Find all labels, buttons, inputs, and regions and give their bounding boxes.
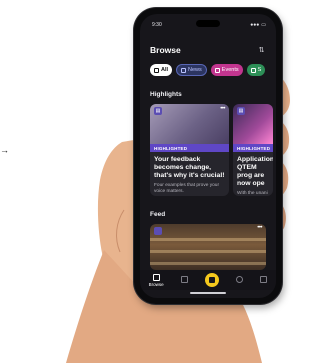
chip-label: S: [257, 67, 262, 73]
events-icon: [214, 67, 220, 73]
tab-center-action[interactable]: [204, 273, 219, 287]
highlight-card[interactable]: ▤ ••• HIGHLIGHTED Your feedback becomes …: [150, 104, 229, 196]
all-icon: [154, 67, 159, 73]
tab-menu[interactable]: [260, 276, 268, 284]
center-action-icon: [204, 273, 219, 287]
phone-screen: 9:30 ●●● ▭ Browse ⇅ All News Events S Hi…: [140, 14, 276, 298]
browse-header: Browse ⇅: [150, 44, 266, 56]
chip-all[interactable]: All: [150, 64, 173, 76]
chip-news[interactable]: News: [176, 64, 207, 76]
battery-icon: ▭: [261, 22, 266, 28]
library-shelf: [150, 250, 266, 253]
phone: 9:30 ●●● ▭ Browse ⇅ All News Events S Hi…: [134, 8, 282, 304]
tab-label: Browse: [148, 281, 164, 287]
tab-browse[interactable]: Browse: [148, 273, 164, 287]
moon-icon: [236, 276, 244, 283]
highlighted-tag: HIGHLIGHTED: [150, 144, 229, 152]
card-subtitle: With the unani support of all: [237, 191, 268, 196]
status-bar: 9:30 ●●● ▭: [152, 21, 266, 29]
library-shelf: [150, 238, 266, 241]
signal-icon: ●●●: [250, 22, 260, 28]
chip-label: News: [188, 67, 202, 73]
feed-card-image[interactable]: •••: [150, 224, 266, 270]
card-subtitle: Four examples that prove your voice matt…: [154, 183, 220, 194]
more-icon[interactable]: •••: [220, 106, 225, 112]
article-badge-icon: ▤: [237, 107, 245, 115]
menu-icon: [260, 276, 268, 283]
browse-icon: [152, 273, 160, 281]
home-indicator: [190, 292, 226, 294]
article-badge-icon: ▤: [154, 107, 162, 115]
feed-label: Feed: [150, 211, 166, 218]
article-badge-icon: [154, 227, 162, 235]
category-chips: All News Events S: [150, 64, 266, 76]
tab-grid[interactable]: [180, 276, 188, 284]
card-image: ▤: [233, 104, 273, 144]
more-icon[interactable]: •••: [257, 225, 262, 231]
chip-events[interactable]: Events: [210, 64, 243, 76]
news-icon: [181, 67, 187, 73]
chip-other[interactable]: S: [246, 64, 266, 76]
card-heading: Your feedback becomes change, that's why…: [154, 156, 225, 179]
card-image: ▤ •••: [150, 104, 229, 144]
chip-label: All: [161, 67, 169, 73]
tab-moon[interactable]: [236, 276, 244, 284]
filter-icon[interactable]: ⇅: [257, 46, 266, 55]
library-shelf: [150, 262, 266, 265]
card-heading: Applications QTEM prog are now ope: [237, 156, 273, 187]
highlight-card[interactable]: ▤ HIGHLIGHTED Applications QTEM prog are…: [233, 104, 273, 196]
bottom-tab-bar: Browse: [140, 270, 276, 290]
page-title: Browse: [150, 45, 181, 55]
highlights-label: Highlights: [150, 91, 182, 98]
highlighted-tag: HIGHLIGHTED: [233, 144, 273, 152]
category-icon: [250, 67, 256, 73]
highlights-carousel[interactable]: ▤ ••• HIGHLIGHTED Your feedback becomes …: [150, 104, 273, 196]
chip-label: Events: [221, 67, 239, 73]
status-time: 9:30: [152, 22, 162, 28]
grid-icon: [180, 276, 188, 283]
